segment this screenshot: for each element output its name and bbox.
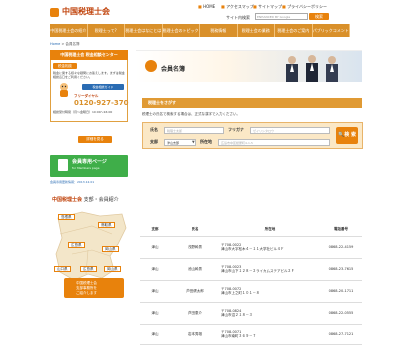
region-okayama-upper[interactable]: 岡山県: [102, 246, 119, 252]
cell-street: 津山市山下１２８－２ライカムステアビル２Ｆ: [221, 269, 295, 273]
cell-street: 津山市南町３６９－７: [221, 334, 256, 338]
cell-phone: 0868-22-0555: [320, 302, 362, 325]
site-search-button[interactable]: 検索: [309, 13, 329, 20]
search-description: 税理士の氏名で検索する場合は、正式な漢字で入力ください。: [142, 112, 240, 116]
cell-branch: 津山: [140, 324, 170, 345]
table-row: 津山 芦田健太郎 〒708-0072 津山市上之町１０１－８ 0868-20-17…: [140, 280, 362, 303]
site-search-label: サイト内検索: [226, 15, 250, 20]
branch-label: 支部: [150, 139, 158, 144]
cell-name: 岩本秀雄: [170, 324, 220, 345]
cell-phone: 0868-20-1711: [320, 280, 362, 303]
nav-item-association[interactable]: 税理士会はなにとは: [125, 24, 163, 37]
tax-guide-button[interactable]: 税金相談ガイド: [82, 84, 124, 90]
address-input[interactable]: 広島市中区紙屋町4-1-5: [218, 139, 330, 146]
members-page-subtitle: for Members page: [72, 166, 100, 170]
name-input[interactable]: 税理士太郎: [164, 127, 224, 134]
section-title: 税理士をさがす: [142, 98, 362, 108]
column-header-address: 所在地: [220, 224, 320, 237]
nav-item-what-is[interactable]: 税理士って?: [88, 24, 125, 37]
breadcrumb-home[interactable]: Home: [50, 42, 60, 46]
cell-address: 〒708-0824 津山市沼２１８－３: [220, 302, 320, 325]
nav-item-services[interactable]: 税理士会の業務: [238, 24, 275, 37]
cell-address: 〒708-0022 津山市大字松木４－１１大学社ビル４Ｆ: [220, 236, 320, 259]
cell-street: 津山市大字松木４－１１大学社ビル４Ｆ: [221, 247, 284, 251]
cell-name: 池山幹男: [170, 258, 220, 281]
consult-tag: 税金相談: [53, 63, 77, 69]
top-link-access[interactable]: アクセスマップ: [221, 4, 254, 10]
region-shimane[interactable]: 島根県: [58, 214, 75, 220]
site-logo[interactable]: 中国税理士会: [62, 6, 110, 17]
table-row: 津山 浅野幹男 〒708-0022 津山市大字松木４－１１大学社ビル４Ｆ 0868…: [140, 236, 362, 259]
table-row: 津山 岩本秀雄 〒708-0071 津山市南町３６９－７ 0868-27-7121: [140, 324, 362, 345]
cell-name: 芦田健太郎: [170, 280, 220, 303]
table-row: 津山 芦田恵介 〒708-0824 津山市沼２１８－３ 0868-22-0555: [140, 302, 362, 325]
nav-item-tax-info[interactable]: 税務情報: [200, 24, 238, 37]
cell-phone: 0868-22-4159: [320, 236, 362, 259]
cell-branch: 津山: [140, 280, 170, 303]
breadcrumb-current: 会員名簿: [65, 42, 80, 46]
map-cta-line3: ご紹介します: [76, 291, 97, 295]
table-header-row: 支部 氏名 所在地 電話番号: [140, 224, 362, 237]
search-button-label: 検 索: [344, 132, 356, 138]
top-link-sitemap[interactable]: サイトマップ: [253, 4, 282, 10]
breadcrumb: Home > 会員名簿: [50, 42, 80, 47]
cell-phone: 0868-23-7615: [320, 258, 362, 281]
address-label: 所在地: [200, 139, 212, 144]
cell-name: 芦田恵介: [170, 302, 220, 325]
consult-hours: 相談受付時間（月～金曜日）10:00～16:00: [53, 110, 113, 114]
map-cta-box[interactable]: 中国税理士会 支部事務所を ご紹介します: [64, 278, 124, 298]
column-header-branch: 支部: [140, 224, 170, 237]
business-people-image: [286, 55, 338, 82]
branch-intro-brand: 中国税理士会: [52, 197, 83, 203]
region-tottori[interactable]: 鳥取県: [98, 222, 115, 228]
site-search-input[interactable]: ENHANCED BY Google: [255, 13, 308, 20]
phone-number: 0120-927-370: [74, 99, 129, 107]
table-row: 津山 池山幹男 〒708-0023 津山市山下１２８－２ライカムステアビル２Ｆ 0…: [140, 258, 362, 281]
nav-item-guide[interactable]: 税理士会のご案内: [275, 24, 313, 37]
top-link-home[interactable]: HOME: [198, 4, 215, 9]
search-button[interactable]: 🔍検 索: [336, 127, 358, 144]
member-table: 支部 氏名 所在地 電話番号 津山 浅野幹男 〒708-0022 津山市大字松木４…: [140, 224, 362, 345]
member-list-icon: [145, 60, 157, 72]
cell-branch: 津山: [140, 258, 170, 281]
name-label: 氏名: [150, 127, 158, 132]
cell-address: 〒708-0072 津山市上之町１０１－８: [220, 280, 320, 303]
branch-intro-title: 中国税理士会 支部・会員紹介: [52, 196, 119, 203]
details-button[interactable]: 詳細を見る: [78, 136, 112, 143]
kana-label: フリガナ: [228, 127, 244, 132]
cell-branch: 津山: [140, 236, 170, 259]
members-update-note[interactable]: 会員専用更新情報：2013.12.01: [50, 180, 94, 184]
mascot-icon: [60, 83, 68, 97]
cell-address: 〒708-0023 津山市山下１２８－２ライカムステアビル２Ｆ: [220, 258, 320, 281]
cell-phone: 0868-27-7121: [320, 324, 362, 345]
column-header-name: 氏名: [170, 224, 220, 237]
region-hiroshima-upper[interactable]: 広島県: [68, 242, 85, 248]
consult-description: 税金に関する様々な疑問にお答えします。まずは税金相談窓口をご利用ください。: [53, 71, 125, 79]
chevron-down-icon[interactable]: ▼: [192, 140, 195, 144]
kana-input[interactable]: ゼイリシタロウ: [250, 127, 330, 134]
top-link-privacy[interactable]: プライバシーポリシー: [282, 4, 327, 10]
region-hiroshima[interactable]: 広島県: [80, 266, 97, 272]
cell-name: 浅野幹男: [170, 236, 220, 259]
consult-center-title: 中国税理士会 税金相談センター: [50, 50, 128, 60]
document-icon: [58, 159, 68, 171]
cell-street: 津山市沼２１８－３: [221, 313, 253, 317]
region-yamaguchi[interactable]: 山口県: [54, 266, 71, 272]
nav-item-about[interactable]: 中国税理士会の紹介: [50, 24, 88, 37]
region-okayama[interactable]: 岡山県: [104, 266, 121, 272]
members-page-title[interactable]: 会員専用ページ: [72, 158, 107, 165]
branch-intro-rest: 支部・会員紹介: [82, 197, 119, 203]
cell-street: 津山市上之町１０１－８: [221, 291, 260, 295]
nav-item-public-comment[interactable]: パブリックコメント: [313, 24, 350, 37]
logo-icon[interactable]: [50, 8, 59, 17]
main-nav: 中国税理士会の紹介 税理士って? 税理士会はなにとは 税理士会のトピックアップ …: [50, 24, 350, 37]
nav-item-topics[interactable]: 税理士会のトピックアップ: [163, 24, 200, 37]
page-title: 会員名簿: [161, 66, 186, 73]
cell-address: 〒708-0071 津山市南町３６９－７: [220, 324, 320, 345]
column-header-phone: 電話番号: [320, 224, 362, 237]
cell-branch: 津山: [140, 302, 170, 325]
